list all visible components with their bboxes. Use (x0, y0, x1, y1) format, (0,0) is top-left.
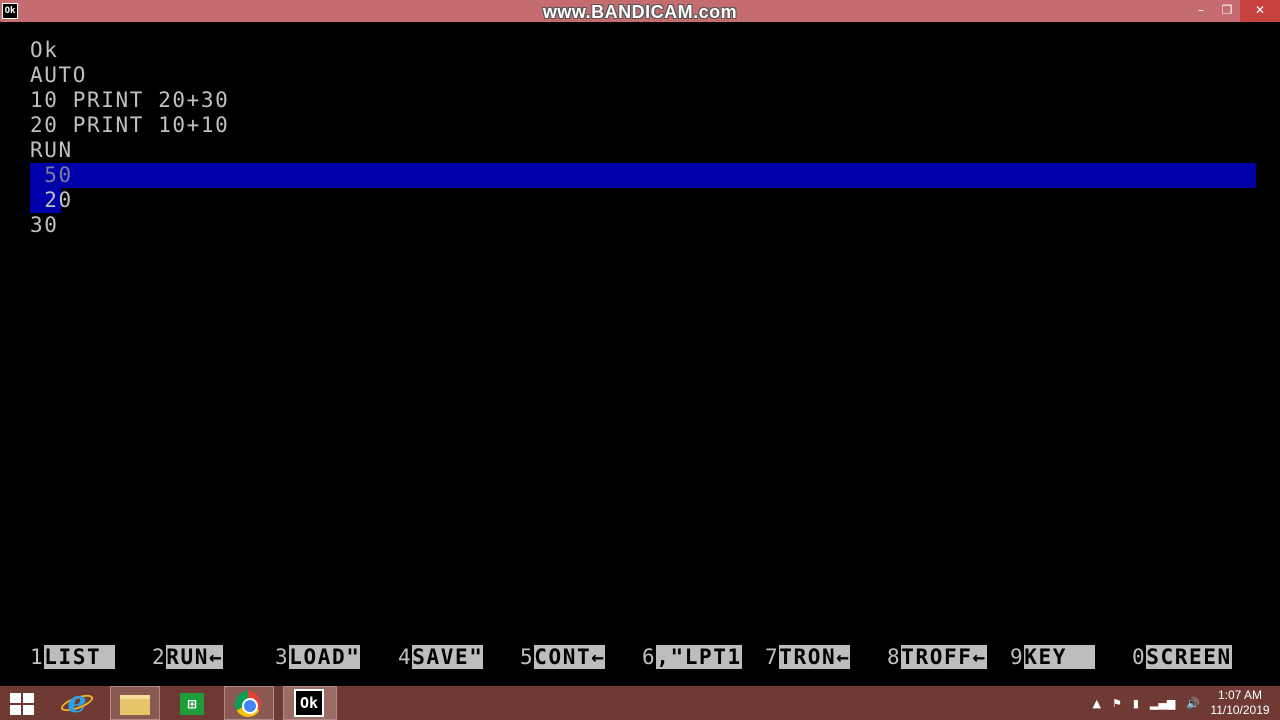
file-explorer-icon[interactable] (120, 695, 150, 715)
volume-icon[interactable]: 🔊 (1186, 697, 1200, 710)
clock-date: 11/10/2019 (1210, 703, 1270, 717)
fkey-number: 6 (642, 645, 657, 669)
fkey-number: 2 (152, 645, 167, 669)
minimize-button[interactable]: – (1188, 0, 1214, 22)
console-line-code-10: 10 PRINT 20+30 (30, 88, 230, 112)
bandicam-watermark: www.BANDICAM.com (542, 2, 738, 22)
fkey-number: 8 (887, 645, 902, 669)
console-line-auto: AUTO (30, 63, 87, 87)
fkey-3[interactable]: 3LOAD" (275, 645, 361, 669)
fkey-label: TRON← (779, 645, 851, 669)
fkey-label: SAVE" (412, 645, 484, 669)
fkey-label: TROFF← (901, 645, 987, 669)
restore-button[interactable]: ❐ (1214, 0, 1240, 22)
fkey-5[interactable]: 5CONT← (520, 645, 606, 669)
fkey-label: RUN← (166, 645, 224, 669)
fkey-7[interactable]: 7TRON← (765, 645, 851, 669)
fkey-number: 3 (275, 645, 290, 669)
fkey-number: 9 (1010, 645, 1025, 669)
network-icon[interactable]: ▂▄▆ (1150, 697, 1175, 710)
fkey-9[interactable]: 9KEY (1010, 645, 1096, 669)
fkey-label: SCREEN (1146, 645, 1232, 669)
system-tray: ▲ ⚑ ▮ ▂▄▆ 🔊 (1082, 686, 1201, 720)
fkey-number: 4 (398, 645, 413, 669)
fkey-number: 0 (1132, 645, 1147, 669)
taskbar-clock[interactable]: 1:07 AM 11/10/2019 (1206, 688, 1274, 718)
fkey-label: KEY (1024, 645, 1096, 669)
windows-taskbar: e ⊞ Ok ▲ ⚑ ▮ ▂▄▆ 🔊 1:07 AM 11/10/2019 (0, 686, 1280, 720)
basic-console[interactable]: Ok AUTO 10 PRINT 20+30 20 PRINT 10+10 RU… (0, 22, 1280, 686)
action-center-flag-icon[interactable]: ⚑ (1112, 697, 1122, 710)
console-output-50: 50 (30, 163, 73, 187)
windows-start-icon[interactable] (10, 693, 34, 715)
fkey-2[interactable]: 2RUN← (152, 645, 224, 669)
battery-icon[interactable]: ▮ (1133, 697, 1139, 710)
clock-time: 1:07 AM (1217, 688, 1263, 702)
fkey-6[interactable]: 6,"LPT1 (642, 645, 742, 669)
fkey-number: 5 (520, 645, 535, 669)
fkey-number: 7 (765, 645, 780, 669)
window-controls: – ❐ ✕ (1188, 0, 1280, 22)
fkey-label: LOAD" (289, 645, 361, 669)
chrome-icon[interactable] (235, 691, 261, 717)
window-title-bar[interactable]: Ok www.BANDICAM.com – ❐ ✕ (0, 0, 1280, 22)
gwbasic-icon[interactable]: Ok (294, 689, 324, 717)
internet-explorer-icon[interactable]: e (63, 688, 91, 718)
console-line-ok: Ok (30, 38, 59, 62)
show-hidden-icons-icon[interactable]: ▲ (1093, 697, 1101, 710)
fkey-1[interactable]: 1LIST (30, 645, 116, 669)
console-output-20: 20 (30, 188, 73, 212)
fkey-label: ,"LPT1 (656, 645, 742, 669)
close-button[interactable]: ✕ (1240, 0, 1280, 22)
fkey-8[interactable]: 8TROFF← (887, 645, 987, 669)
console-output-30: 30 (30, 213, 59, 237)
console-line-run: RUN (30, 138, 73, 162)
fkey-4[interactable]: 4SAVE" (398, 645, 484, 669)
selection-highlight (30, 163, 1256, 188)
fkey-label: CONT← (534, 645, 606, 669)
fkey-0[interactable]: 0SCREEN (1132, 645, 1232, 669)
fkey-number: 1 (30, 645, 45, 669)
console-line-code-20: 20 PRINT 10+10 (30, 113, 230, 137)
fkey-label: LIST (44, 645, 116, 669)
store-icon[interactable]: ⊞ (180, 693, 204, 715)
